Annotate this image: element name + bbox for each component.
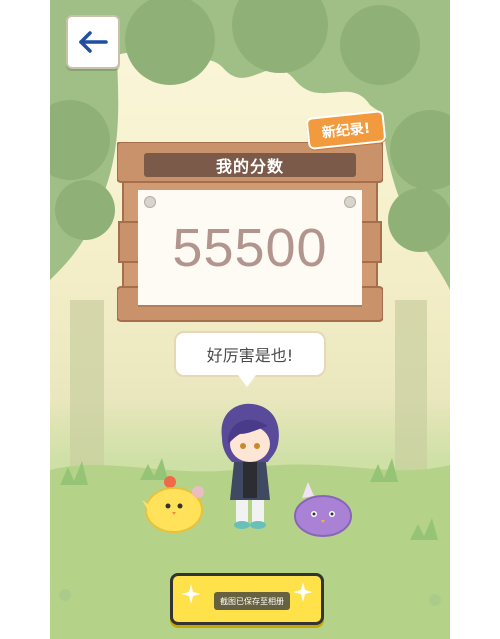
saved-toast-text: 截图已保存至相册	[220, 596, 284, 606]
score-value: 55500	[172, 217, 328, 278]
arrow-left-icon	[79, 31, 108, 53]
sparkle-icon	[293, 582, 313, 602]
speech-bubble: 好厉害是也!	[174, 331, 326, 377]
pin-icon	[344, 196, 356, 208]
score-card: 55500	[138, 190, 362, 305]
new-record-label: 新纪录!	[321, 120, 371, 142]
pin-icon	[144, 196, 156, 208]
sparkle-icon	[181, 584, 201, 604]
speech-text: 好厉害是也!	[206, 346, 294, 365]
score-title: 我的分数	[215, 157, 284, 176]
speech-bubble-tail	[238, 375, 256, 387]
owl-pet	[294, 482, 352, 537]
chick-pet	[142, 476, 204, 533]
saved-toast: 截图已保存至相册	[214, 592, 290, 610]
character-avatar	[221, 403, 279, 529]
score-title-plank: 我的分数	[144, 153, 356, 177]
back-button[interactable]	[66, 15, 120, 69]
game-screen: 新纪录! 我的分数 55500 好厉害是也! 截图已保存至相册	[50, 0, 450, 639]
